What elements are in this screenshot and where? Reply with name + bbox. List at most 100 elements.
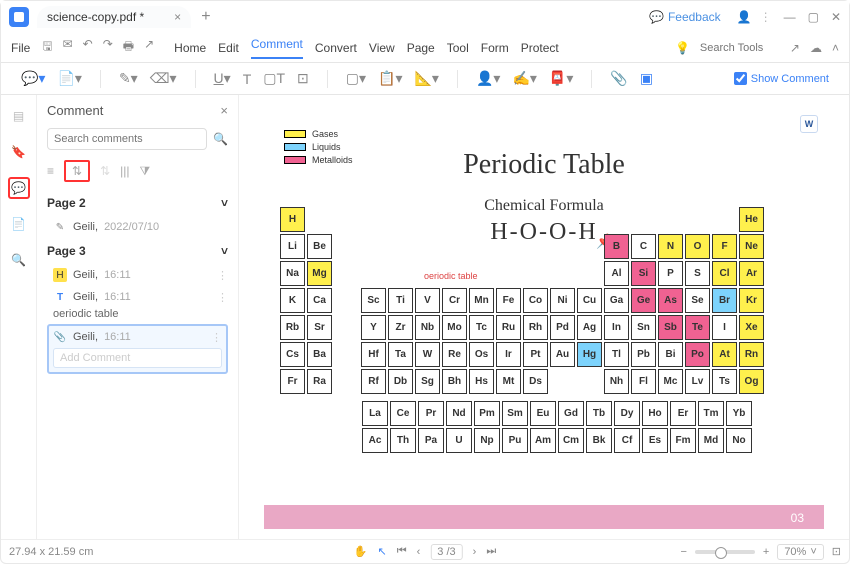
user-tool-icon[interactable]: 👤▾ (476, 70, 500, 87)
menu-form[interactable]: Form (481, 41, 509, 55)
text-insert-icon[interactable]: T (243, 71, 252, 87)
highlight-icon: H (53, 268, 67, 282)
zoom-slider[interactable] (695, 550, 755, 554)
close-panel-icon[interactable]: × (220, 103, 228, 118)
attachments-icon[interactable]: 📄 (8, 213, 30, 235)
shape-tool-icon[interactable]: ▢▾ (346, 70, 366, 87)
stamp-icon[interactable]: 📮▾ (549, 70, 573, 87)
menu-page[interactable]: Page (407, 41, 435, 55)
show-comment-toggle[interactable]: Show Comment (734, 72, 829, 85)
print-icon[interactable]: 🖶 (123, 37, 134, 58)
legend: Gases Liquids Metalloids (284, 129, 353, 168)
lanthanide-table: LaCePrNdPmSmEuGdTbDyHoErTmYbAcThPaUNpPuA… (360, 399, 754, 455)
page-3-header[interactable]: Page 3 ˅ (47, 238, 228, 264)
document-tab[interactable]: science-copy.pdf * × (37, 6, 191, 28)
redo-icon[interactable]: ↷ (103, 37, 113, 58)
export-icon[interactable]: ↗ (144, 37, 154, 58)
menu-protect[interactable]: Protect (521, 41, 559, 55)
close-window-button[interactable]: ✕ (831, 10, 841, 24)
page-2-header[interactable]: Page 2 ˅ (47, 190, 228, 216)
comment-p3c-selected[interactable]: 📎 Geili, 16:11 ⋮ Add Comment (47, 324, 228, 374)
more-icon[interactable]: ⋮ (211, 331, 222, 344)
save-icon[interactable]: 🖫 (42, 37, 52, 58)
manage-icon[interactable]: ▣ (640, 70, 653, 87)
comment-text: oeriodic table (47, 308, 228, 320)
chevron-up-icon[interactable]: ˄ (832, 41, 839, 55)
next-page-icon[interactable]: › (473, 546, 477, 558)
first-page-icon[interactable]: ⏮ (397, 545, 407, 558)
menu-convert[interactable]: Convert (315, 41, 357, 55)
thumbnails-icon[interactable]: ▤ (8, 105, 30, 127)
menu-comment[interactable]: Comment (251, 37, 303, 59)
lightbulb-icon: 💡 (675, 41, 690, 55)
mail-icon[interactable]: ✉ (63, 37, 73, 58)
comment-p3a[interactable]: H Geili, 16:11 ⋮ (47, 264, 228, 286)
chat-icon: 💬 (649, 10, 664, 24)
sort-alt-icon[interactable]: ⇅ (100, 164, 110, 178)
attachment-icon: 📎 (53, 330, 67, 344)
maximize-button[interactable]: ▢ (808, 10, 819, 24)
note-tool-icon[interactable]: 💬▾ (21, 70, 45, 87)
chevron-down-icon: ˅ (810, 546, 816, 558)
more-icon[interactable]: ⋮ (217, 291, 228, 304)
cloud-icon[interactable]: ☁ (810, 41, 822, 55)
bookmark-icon[interactable]: 🔖 (8, 141, 30, 163)
highlight-tool-icon[interactable]: ✎▾ (119, 70, 138, 87)
text-box-icon[interactable]: ▢T (263, 70, 285, 87)
menu-tool[interactable]: Tool (447, 41, 469, 55)
search-tools-input[interactable] (700, 42, 780, 54)
legend-swatch (284, 130, 306, 138)
signature-tool-icon[interactable]: ✍▾ (512, 70, 536, 87)
comment-p3b[interactable]: T Geili, 16:11 ⋮ (47, 286, 228, 308)
user-icon[interactable]: 👤 (737, 10, 752, 24)
main-area: ▤ 🔖 💬 📄 🔍 Comment × 🔍 ≡ ⇅ ⇅ ||| ⧩ Page 2… (1, 95, 849, 539)
dimensions-label: 27.94 x 21.59 cm (9, 546, 93, 558)
feedback-button[interactable]: 💬 Feedback (649, 10, 721, 24)
show-comment-checkbox[interactable] (734, 72, 747, 85)
last-page-icon[interactable]: ⏭ (486, 545, 496, 558)
menu-edit[interactable]: Edit (218, 41, 239, 55)
minimize-button[interactable]: — (784, 10, 796, 24)
filter-icon[interactable]: ⧩ (140, 164, 151, 179)
add-comment-input[interactable]: Add Comment (53, 348, 222, 368)
search-rail-icon[interactable]: 🔍 (8, 249, 30, 271)
chevron-down-icon: ˅ (221, 196, 228, 210)
page-content: W Gases Liquids Metalloids Periodic Tabl… (264, 109, 824, 529)
hand-tool-icon[interactable]: ✋ (354, 545, 368, 558)
menu-view[interactable]: View (369, 41, 395, 55)
new-tab-button[interactable]: + (201, 8, 210, 26)
comment-p2[interactable]: ✎ Geili, 2022/07/10 (47, 216, 228, 238)
measure-tool-icon[interactable]: 📐▾ (415, 70, 439, 87)
more-icon[interactable]: ⋮ (217, 269, 228, 282)
share-icon[interactable]: ↗ (790, 41, 800, 55)
sort-icon[interactable]: ≡ (47, 164, 54, 178)
text-tool-icon[interactable]: 📄▾ (57, 70, 81, 87)
eraser-tool-icon[interactable]: ⌫▾ (150, 70, 177, 87)
zoom-level[interactable]: 70% ˅ (777, 544, 823, 560)
undo-icon[interactable]: ↶ (83, 37, 93, 58)
fit-page-icon[interactable]: ⊡ (832, 545, 841, 558)
file-menu[interactable]: File (11, 41, 30, 55)
stamp-tool-icon[interactable]: 📋▾ (378, 70, 402, 87)
close-tab-icon[interactable]: × (174, 10, 181, 24)
menu-home[interactable]: Home (174, 41, 206, 55)
prev-page-icon[interactable]: ‹ (417, 546, 421, 558)
columns-icon[interactable]: ||| (120, 164, 129, 178)
search-icon[interactable]: 🔍 (213, 132, 228, 146)
zoom-in-icon[interactable]: + (763, 546, 769, 558)
comments-panel: Comment × 🔍 ≡ ⇅ ⇅ ||| ⧩ Page 2 ˅ ✎ Geili… (37, 95, 239, 539)
attach-icon[interactable]: 📎 (610, 70, 627, 87)
select-tool-icon[interactable]: ↖ (377, 545, 386, 558)
chevron-down-icon: ˅ (221, 244, 228, 258)
page-number: 03 (791, 511, 804, 525)
search-comments-input[interactable] (47, 128, 207, 150)
word-badge-icon[interactable]: W (800, 115, 818, 133)
more-icon[interactable]: ⋮ (760, 10, 772, 24)
zoom-out-icon[interactable]: − (680, 546, 686, 558)
page-indicator[interactable]: 3 /3 (430, 544, 462, 560)
comments-rail-icon[interactable]: 💬 (8, 177, 30, 199)
underline-tool-icon[interactable]: U▾ (214, 70, 231, 87)
sort-az-icon[interactable]: ⇅ (64, 160, 90, 182)
callout-icon[interactable]: ⊡ (297, 70, 309, 87)
document-viewport[interactable]: W Gases Liquids Metalloids Periodic Tabl… (239, 95, 849, 539)
